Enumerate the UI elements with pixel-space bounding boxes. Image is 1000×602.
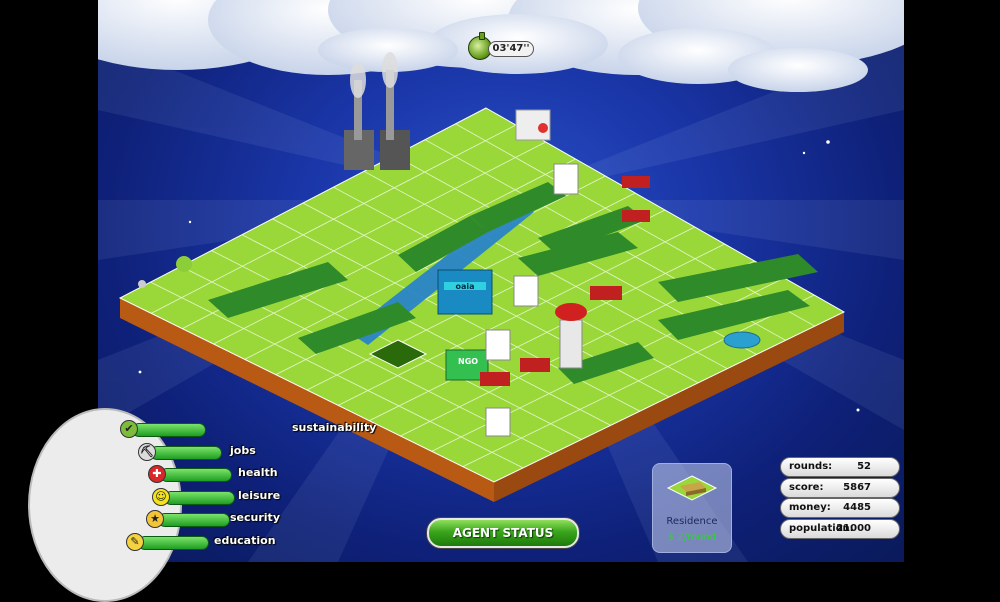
- meter-leisure-label: leisure: [238, 488, 281, 502]
- check-icon: ✔: [120, 420, 138, 438]
- stat-rounds: rounds: 52: [780, 457, 900, 477]
- stat-population: population: 21000: [780, 518, 900, 539]
- meter-security-bar: [158, 513, 230, 527]
- meter-health-bar: [160, 468, 232, 482]
- timer-value: 03'47'': [488, 41, 534, 57]
- meter-health: ✚ health: [148, 465, 348, 483]
- meter-sustainability: ✔ sustainability: [120, 420, 376, 438]
- bank-tower[interactable]: oaia: [437, 269, 493, 315]
- agent-status-button[interactable]: AGENT STATUS: [427, 518, 579, 548]
- stat-score-value: 5867: [843, 481, 871, 493]
- meter-health-label: health: [238, 466, 278, 479]
- round-timer: 03'47'': [468, 32, 534, 60]
- meter-education: ✎ education: [126, 532, 326, 551]
- selected-building-card[interactable]: Residence $ 2/round: [652, 463, 732, 553]
- meter-sustainability-label: sustainability: [292, 421, 377, 434]
- pool[interactable]: [723, 331, 761, 349]
- stat-money-label: money:: [789, 502, 831, 513]
- power-plant[interactable]: [344, 52, 410, 170]
- red-cross-icon: ✚: [148, 465, 166, 483]
- control-tower[interactable]: [555, 303, 587, 369]
- meter-leisure-bar: [164, 490, 235, 505]
- stat-population-value: 21000: [836, 522, 871, 534]
- meter-sustainability-bar: [132, 423, 206, 437]
- meter-jobs-bar: [150, 445, 222, 460]
- stat-rounds-value: 52: [857, 461, 871, 472]
- meter-education-label: education: [214, 533, 276, 547]
- stat-money: money: 4485: [780, 498, 900, 518]
- selected-building-cost: $ 2/round: [667, 532, 717, 543]
- energy-plant[interactable]: [515, 109, 551, 141]
- meter-jobs: ⛏ jobs: [138, 442, 338, 461]
- selected-building-name: Residence: [666, 516, 718, 527]
- smiley-icon: ☺: [152, 487, 170, 506]
- indicator-meters: ✔ sustainability ⛏ jobs ✚ health ☺ leisure ★ secu…: [28, 408, 376, 602]
- pickaxe-icon: ⛏: [138, 442, 156, 461]
- bank-sign: oaia: [455, 282, 474, 291]
- stat-score: score: 5867: [780, 477, 900, 498]
- meter-security-label: security: [230, 511, 280, 524]
- meter-education-bar: [138, 535, 209, 550]
- meter-security: ★ security: [146, 510, 346, 528]
- letterbox-right: [904, 0, 1000, 562]
- meter-leisure: ☺ leisure: [152, 487, 352, 506]
- stat-score-label: score:: [789, 481, 824, 493]
- stat-rounds-label: rounds:: [789, 461, 833, 472]
- pencil-icon: ✎: [126, 532, 144, 551]
- stat-money-value: 4485: [843, 502, 871, 513]
- residence-icon: [666, 475, 718, 501]
- meter-jobs-label: jobs: [230, 443, 256, 457]
- ngo-sign: NGO: [458, 357, 478, 366]
- star-icon: ★: [146, 510, 164, 528]
